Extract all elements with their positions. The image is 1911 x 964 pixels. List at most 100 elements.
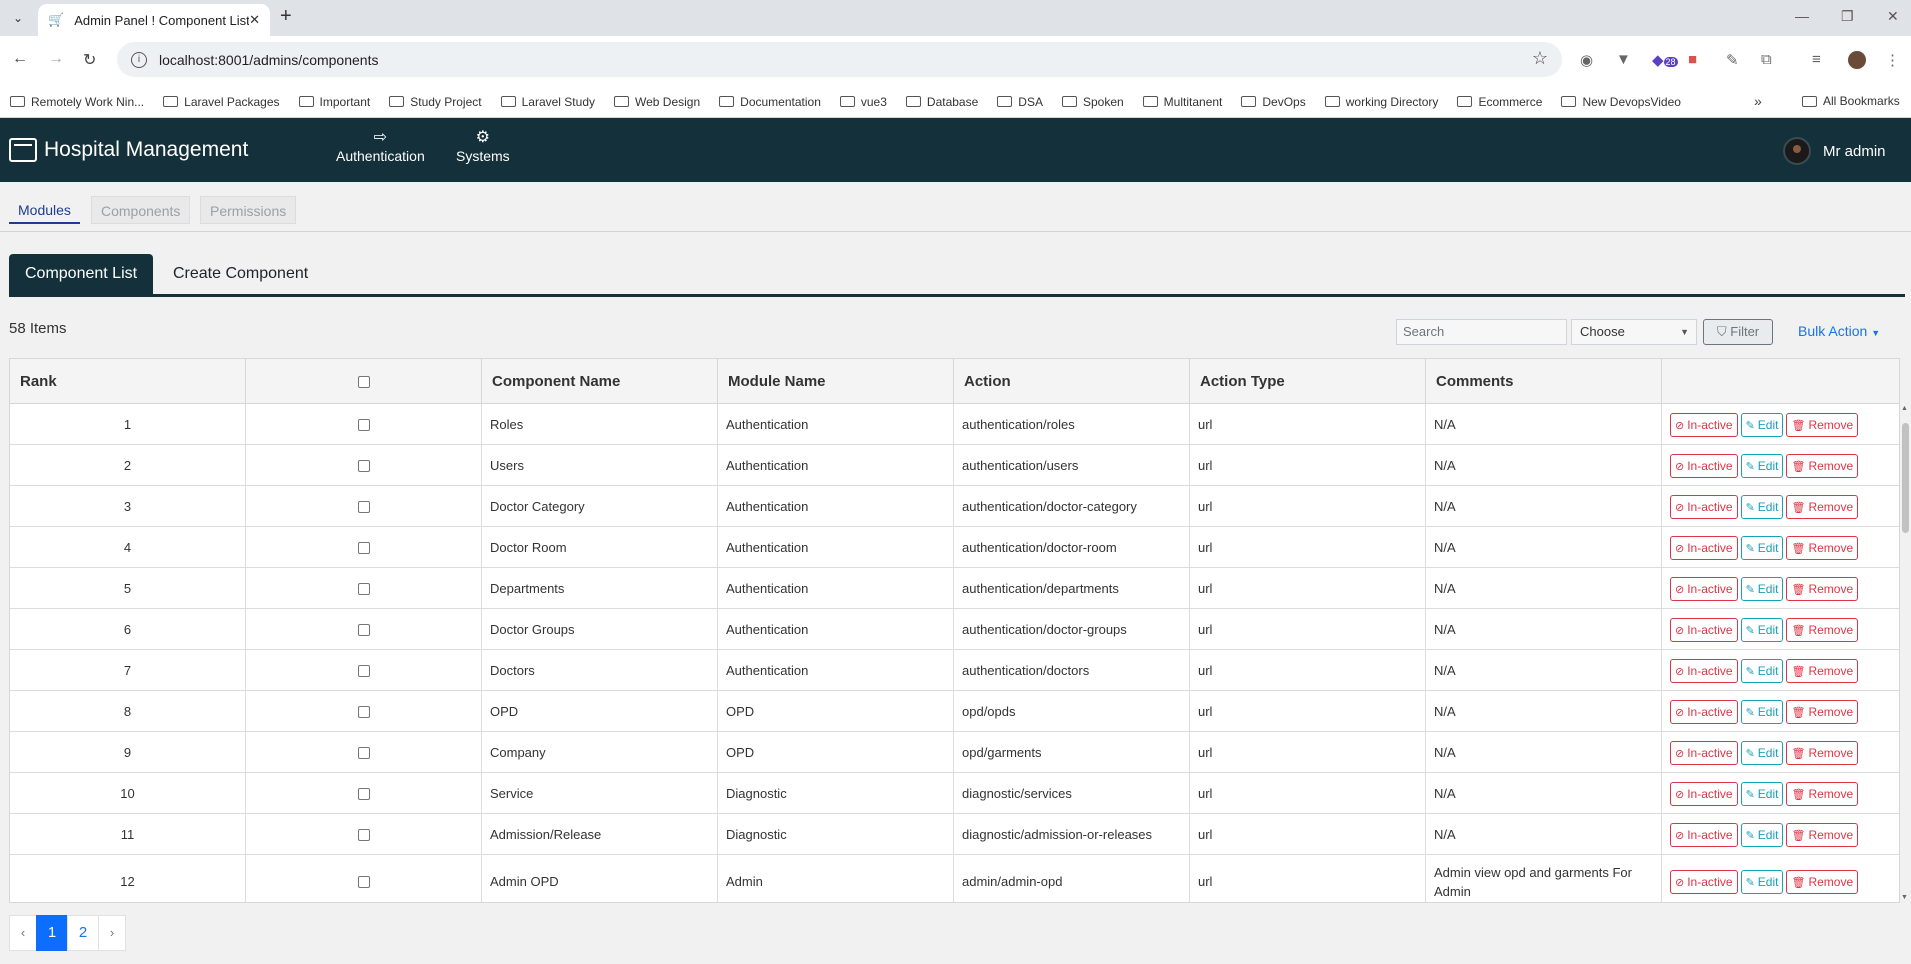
row-checkbox[interactable] (357, 459, 370, 472)
scrollbar-thumb[interactable] (1902, 423, 1909, 533)
bookmark-item[interactable]: Study Project (389, 95, 482, 109)
inactive-button[interactable]: ⊘ In-active (1670, 822, 1738, 847)
inactive-button[interactable]: ⊘ In-active (1670, 576, 1738, 601)
remove-button[interactable]: 🗑 Remove (1786, 576, 1859, 601)
bookmark-item[interactable]: Documentation (719, 95, 821, 109)
tab-permissions[interactable]: Permissions (200, 196, 297, 224)
search-input[interactable]: Search (1396, 319, 1567, 345)
bookmark-item[interactable]: Spoken (1061, 95, 1124, 109)
bookmark-item[interactable]: New DevopsVideo (1561, 95, 1681, 109)
profile-avatar-icon[interactable] (1848, 51, 1866, 69)
bookmark-item[interactable]: Web Design (614, 95, 700, 109)
prev-page-button[interactable]: ‹ (9, 915, 37, 951)
bulk-action-dropdown[interactable]: Bulk Action ▼ (1798, 323, 1880, 339)
select-all-checkbox[interactable] (357, 375, 370, 388)
menu-authentication[interactable]: ⇨ Authentication (336, 128, 425, 164)
row-checkbox[interactable] (357, 746, 370, 759)
laravel-extension-icon[interactable]: ■ (1688, 51, 1697, 68)
restore-icon[interactable]: ❐ (1841, 8, 1854, 25)
user-menu[interactable]: Mr admin (1783, 137, 1886, 165)
page-1-button[interactable]: 1 (36, 915, 68, 951)
edit-button[interactable]: ✎ Edit (1740, 658, 1784, 683)
bookmark-item[interactable]: Important (298, 95, 370, 109)
column-header-module-name[interactable]: Module Name (718, 359, 954, 404)
next-page-button[interactable]: › (98, 915, 126, 951)
row-checkbox[interactable] (357, 500, 370, 513)
row-checkbox[interactable] (357, 875, 370, 888)
close-window-icon[interactable]: ✕ (1887, 8, 1899, 25)
edit-button[interactable]: ✎ Edit (1740, 617, 1784, 642)
bookmark-item[interactable]: Database (905, 95, 978, 109)
remove-button[interactable]: 🗑 Remove (1786, 494, 1859, 519)
remove-button[interactable]: 🗑 Remove (1786, 412, 1859, 437)
remove-button[interactable]: 🗑 Remove (1786, 822, 1859, 847)
bookmark-star-icon[interactable]: ☆ (1532, 48, 1548, 69)
inactive-button[interactable]: ⊘ In-active (1670, 740, 1738, 765)
row-checkbox[interactable] (357, 541, 370, 554)
remove-button[interactable]: 🗑 Remove (1786, 869, 1859, 894)
edit-button[interactable]: ✎ Edit (1740, 453, 1784, 478)
column-header-rank[interactable]: Rank (10, 359, 246, 404)
inactive-button[interactable]: ⊘ In-active (1670, 535, 1738, 560)
bookmark-item[interactable]: Ecommerce (1457, 95, 1542, 109)
edit-button[interactable]: ✎ Edit (1740, 781, 1784, 806)
bookmark-item[interactable]: Multitanent (1142, 95, 1222, 109)
column-header-component-name[interactable]: Component Name (482, 359, 718, 404)
forward-icon[interactable]: → (48, 50, 64, 68)
edit-button[interactable]: ✎ Edit (1740, 699, 1784, 724)
edit-button[interactable]: ✎ Edit (1740, 869, 1784, 894)
bookmark-item[interactable]: Laravel Study (500, 95, 595, 109)
column-header-action[interactable]: Action (954, 359, 1190, 404)
tab-component-list[interactable]: Component List (9, 254, 154, 294)
edit-button[interactable]: ✎ Edit (1740, 494, 1784, 519)
menu-kebab-icon[interactable]: ⋮ (1885, 51, 1900, 69)
row-checkbox[interactable] (357, 623, 370, 636)
vue-devtools-icon[interactable]: ▼ (1616, 51, 1631, 68)
extensions-puzzle-icon[interactable]: ⧉ (1761, 51, 1772, 68)
edit-button[interactable]: ✎ Edit (1740, 412, 1784, 437)
inactive-button[interactable]: ⊘ In-active (1670, 412, 1738, 437)
extension-badge-icon[interactable]: ◆ 28 (1652, 51, 1678, 69)
browser-tab[interactable]: 🛒 Admin Panel ! Component List ✕ (38, 4, 270, 36)
row-checkbox[interactable] (357, 582, 370, 595)
edit-button[interactable]: ✎ Edit (1740, 822, 1784, 847)
edit-button[interactable]: ✎ Edit (1740, 576, 1784, 601)
reload-icon[interactable]: ↻ (83, 50, 96, 70)
media-control-icon[interactable]: ≡ (1812, 51, 1821, 68)
inactive-button[interactable]: ⊘ In-active (1670, 453, 1738, 478)
inactive-button[interactable]: ⊘ In-active (1670, 699, 1738, 724)
remove-button[interactable]: 🗑 Remove (1786, 453, 1859, 478)
edit-button[interactable]: ✎ Edit (1740, 535, 1784, 560)
bookmark-item[interactable]: Laravel Packages (163, 95, 280, 109)
inactive-button[interactable]: ⊘ In-active (1670, 869, 1738, 894)
remove-button[interactable]: 🗑 Remove (1786, 699, 1859, 724)
edit-button[interactable]: ✎ Edit (1740, 740, 1784, 765)
inactive-button[interactable]: ⊘ In-active (1670, 494, 1738, 519)
remove-button[interactable]: 🗑 Remove (1786, 617, 1859, 642)
address-bar[interactable]: i localhost:8001/admins/components ☆ (117, 42, 1562, 77)
all-bookmarks[interactable]: All Bookmarks (1802, 94, 1900, 108)
bookmark-item[interactable]: working Directory (1324, 95, 1438, 109)
column-header-action-type[interactable]: Action Type (1190, 359, 1426, 404)
tab-create-component[interactable]: Create Component (157, 254, 324, 294)
row-checkbox[interactable] (357, 705, 370, 718)
filter-button[interactable]: ⛉ Filter (1703, 319, 1773, 345)
back-icon[interactable]: ← (12, 50, 28, 68)
bookmark-item[interactable]: DevOps (1241, 95, 1306, 109)
remove-button[interactable]: 🗑 Remove (1786, 781, 1859, 806)
new-tab-icon[interactable]: + (280, 5, 292, 28)
menu-systems[interactable]: ⚙ Systems (456, 128, 510, 164)
bookmark-item[interactable]: Remotely Work Nin... (10, 95, 144, 109)
row-checkbox[interactable] (357, 787, 370, 800)
brand-title[interactable]: Hospital Management (44, 138, 248, 162)
row-checkbox[interactable] (357, 828, 370, 841)
inactive-button[interactable]: ⊘ In-active (1670, 617, 1738, 642)
bookmark-item[interactable]: vue3 (839, 95, 887, 109)
minimize-icon[interactable]: — (1795, 8, 1809, 24)
tab-search-chevron-icon[interactable]: ⌄ (6, 6, 30, 30)
site-info-icon[interactable]: i (131, 51, 147, 68)
row-checkbox[interactable] (357, 418, 370, 431)
column-header-comments[interactable]: Comments (1426, 359, 1662, 404)
choose-select[interactable]: Choose ▼ (1571, 319, 1697, 345)
remove-button[interactable]: 🗑 Remove (1786, 535, 1859, 560)
